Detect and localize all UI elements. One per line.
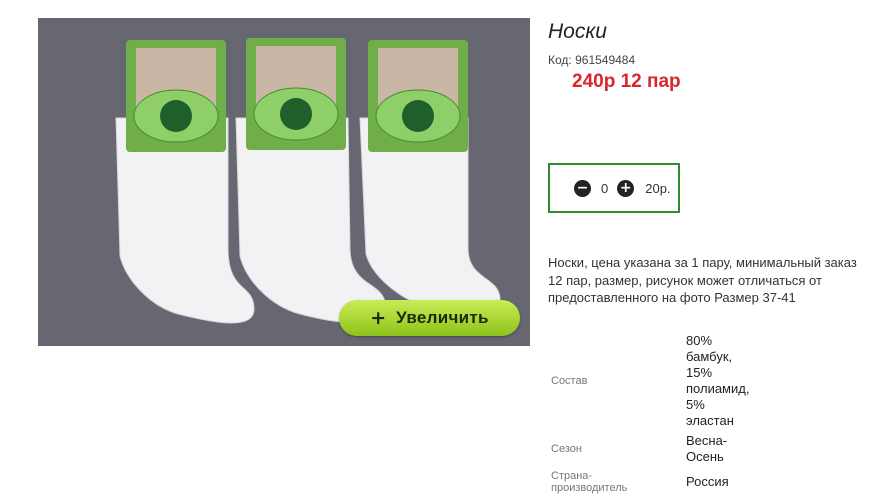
property-value: 80% бамбук, 15% полиамид, 5% эластан <box>686 330 749 432</box>
value-line: 5% <box>686 397 705 412</box>
value-line: эластан <box>686 413 734 428</box>
socks-image <box>115 38 501 324</box>
plus-circle-icon[interactable]: + <box>617 179 635 197</box>
quantity-value[interactable]: 0 <box>601 181 608 196</box>
property-key: Сезон <box>551 443 582 455</box>
promo-price: 240р 12 пар <box>572 71 681 92</box>
key-line: Страна- <box>551 470 593 482</box>
value-line: бамбук, <box>686 349 733 364</box>
product-photo[interactable]: + Увеличить <box>38 18 530 346</box>
property-row: Страна- производитель Россия <box>548 466 749 498</box>
zoom-button-label: Увеличить <box>396 308 489 327</box>
product-code: Код: 961549484 <box>548 53 635 67</box>
property-value: Россия <box>686 466 749 498</box>
unit-price: 20р. <box>645 180 671 196</box>
property-row: Сезон Весна- Осень <box>548 432 749 466</box>
value-line: полиамид, <box>686 381 750 396</box>
plus-icon: + <box>370 307 387 329</box>
minus-circle-icon[interactable]: − <box>574 179 591 197</box>
value-line: Весна- <box>686 433 728 448</box>
sock-1 <box>115 40 255 324</box>
sock-3 <box>359 40 501 315</box>
value-line: 15% <box>686 365 713 380</box>
properties-table: Состав 80% бамбук, 15% полиамид, 5% элас… <box>548 330 749 498</box>
quantity-stepper: − 0 + 20р. <box>548 163 680 213</box>
property-key: Страна- производитель <box>548 466 686 498</box>
product-description: Носки, цена указана за 1 пару, минимальн… <box>548 255 857 305</box>
value-line: Осень <box>686 449 724 464</box>
key-line: производитель <box>551 482 628 494</box>
value-line: Россия <box>686 474 729 489</box>
property-value: Весна- Осень <box>686 432 749 466</box>
property-key: Состав <box>551 375 588 387</box>
product-title: Носки <box>548 20 607 43</box>
zoom-button[interactable]: + Увеличить <box>339 300 520 336</box>
product-code-label: Код: <box>548 53 572 67</box>
property-row: Состав 80% бамбук, 15% полиамид, 5% элас… <box>548 330 749 432</box>
product-code-value: 961549484 <box>575 53 636 67</box>
value-line: 80% <box>686 333 713 348</box>
